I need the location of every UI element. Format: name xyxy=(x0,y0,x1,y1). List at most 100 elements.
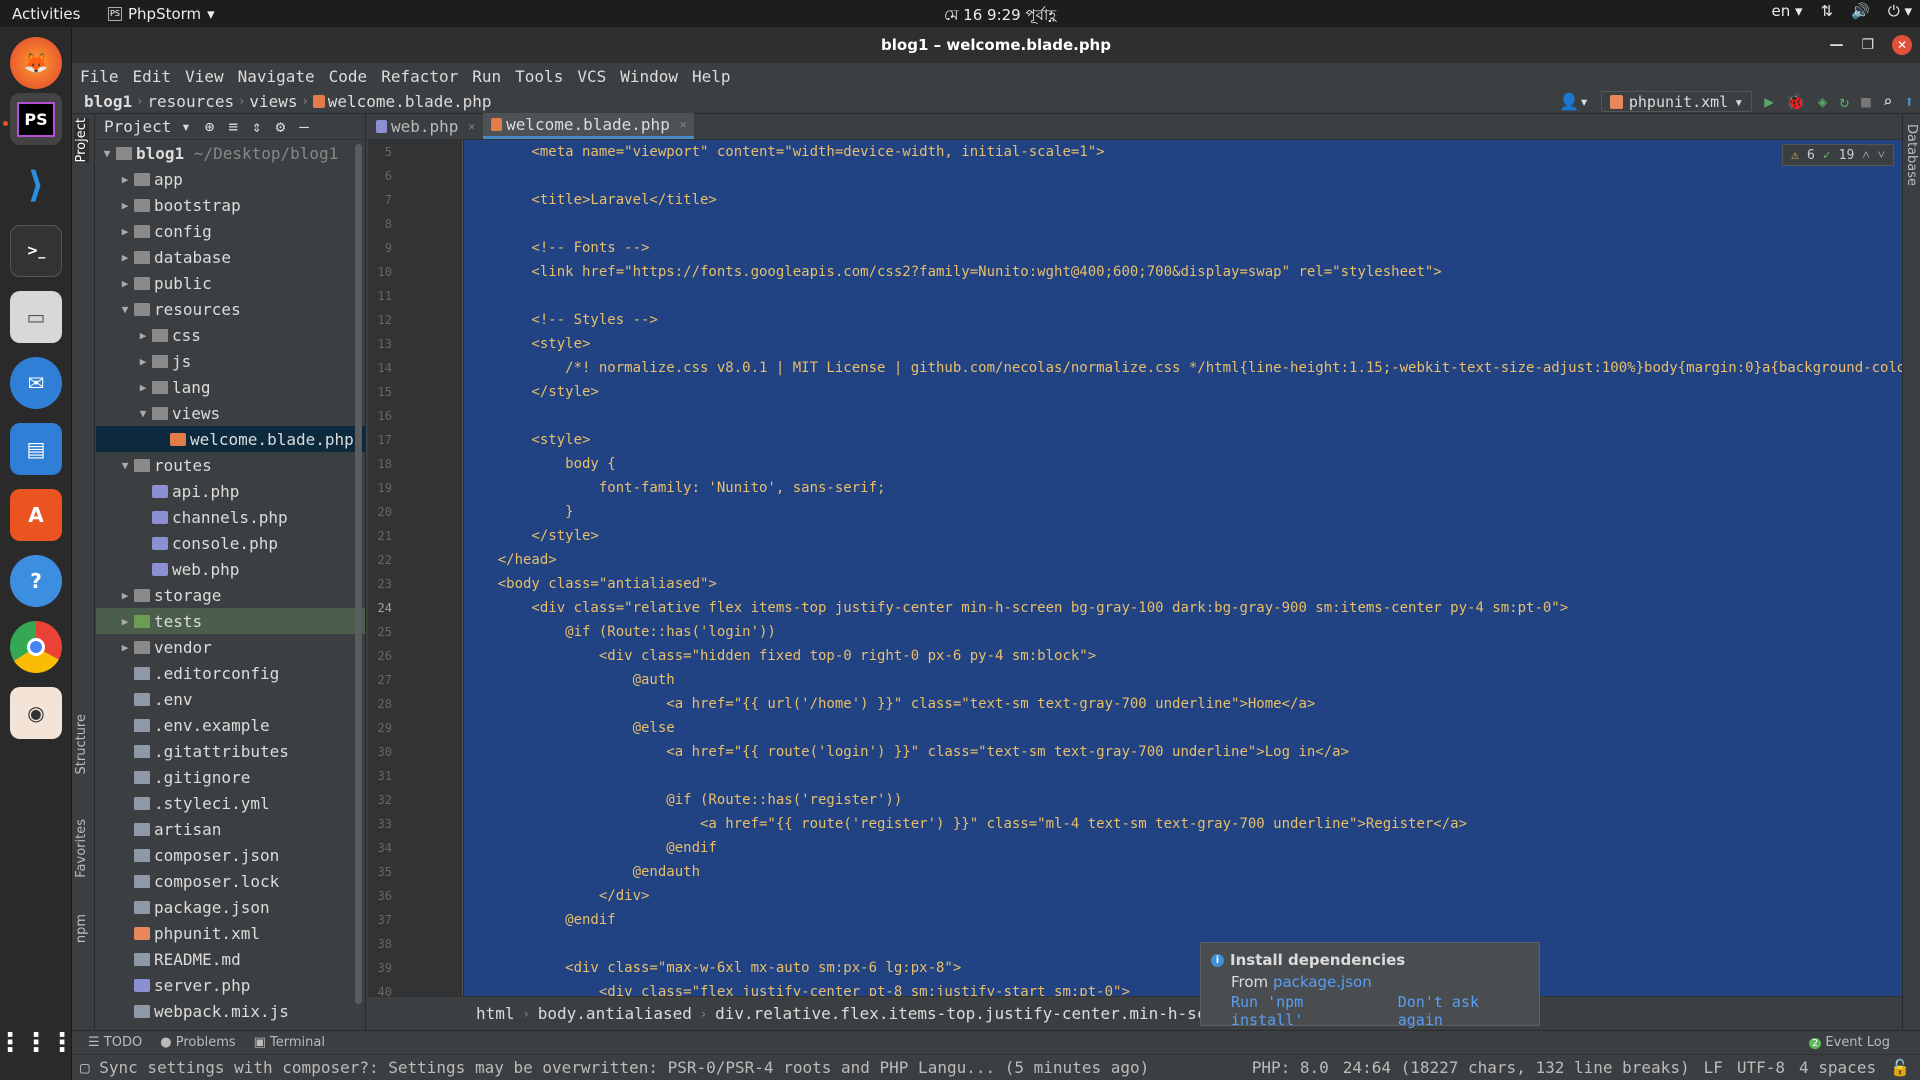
line-number[interactable]: 35 xyxy=(368,860,462,884)
line-number[interactable]: 37 xyxy=(368,908,462,932)
chevron-down-icon[interactable]: ˅ xyxy=(1878,147,1885,163)
gear-icon[interactable]: ⚙ xyxy=(276,117,286,136)
line-number[interactable]: 39 xyxy=(368,956,462,980)
tree-item[interactable]: ▶ storage xyxy=(96,582,365,608)
tree-item[interactable]: .env.example xyxy=(96,712,365,738)
collapse-all-icon[interactable]: ⇕ xyxy=(252,117,262,136)
run-npm-install-link[interactable]: Run 'npm install' xyxy=(1231,993,1380,1029)
event-log-button[interactable]: 2 Event Log xyxy=(1808,1035,1890,1050)
chevron-right-icon[interactable]: ▶ xyxy=(118,641,132,654)
menu-view[interactable]: View xyxy=(183,67,226,86)
tree-item[interactable]: channels.php xyxy=(96,504,365,530)
code-line[interactable]: <meta name="viewport" content="width=dev… xyxy=(464,140,1902,164)
run-configuration-select[interactable]: phpunit.xml ▾ xyxy=(1600,91,1753,112)
terminal-button[interactable]: ▣ Terminal xyxy=(254,1035,325,1050)
line-number[interactable]: 12 xyxy=(368,308,462,332)
line-number[interactable]: 34 xyxy=(368,836,462,860)
line-number[interactable]: 21 xyxy=(368,524,462,548)
chevron-right-icon[interactable]: ▶ xyxy=(118,199,132,212)
debug-icon[interactable]: 🐞 xyxy=(1786,92,1806,111)
line-number[interactable]: 33 xyxy=(368,812,462,836)
nav-crumb-project[interactable]: blog1 xyxy=(84,92,132,111)
code-line[interactable] xyxy=(464,164,1902,188)
code-line[interactable]: <div class="relative flex items-top just… xyxy=(464,596,1902,620)
code-line[interactable] xyxy=(464,932,1902,956)
tree-root[interactable]: ▼ blog1 ~/Desktop/blog1 xyxy=(96,140,365,166)
line-number[interactable]: 26 xyxy=(368,644,462,668)
tab-web-php[interactable]: web.php ✕ xyxy=(368,113,483,139)
menu-edit[interactable]: Edit xyxy=(131,67,174,86)
tree-item[interactable]: ▶ database xyxy=(96,244,365,270)
phpstorm-icon[interactable]: PS xyxy=(10,93,62,145)
line-number[interactable]: 23 xyxy=(368,572,462,596)
php-level[interactable]: PHP: 8.0 xyxy=(1252,1058,1329,1077)
chevron-right-icon[interactable]: ▶ xyxy=(136,329,150,342)
code-line[interactable] xyxy=(464,404,1902,428)
tree-item[interactable]: .gitattributes xyxy=(96,738,365,764)
user-icon[interactable]: 👤▾ xyxy=(1559,92,1589,111)
line-number[interactable]: 17 xyxy=(368,428,462,452)
line-number[interactable]: 31 xyxy=(368,764,462,788)
power-icon[interactable]: ⏻ ▾ xyxy=(1888,2,1912,20)
chevron-right-icon[interactable]: ▶ xyxy=(118,277,132,290)
caret-position[interactable]: 24:64 (18227 chars, 132 line breaks) xyxy=(1343,1058,1690,1077)
code-line[interactable]: body { xyxy=(464,452,1902,476)
file-encoding[interactable]: UTF-8 xyxy=(1737,1058,1785,1077)
profile-icon[interactable]: ↻ xyxy=(1839,92,1849,111)
tree-item[interactable]: README.md xyxy=(96,946,365,972)
nav-crumb-file[interactable]: welcome.blade.php xyxy=(328,92,492,111)
software-center-icon[interactable]: A xyxy=(10,489,62,541)
line-number[interactable]: 8 xyxy=(368,212,462,236)
nav-crumb-resources[interactable]: resources xyxy=(147,92,234,111)
project-view-select[interactable]: Project ▾ xyxy=(104,117,191,136)
tree-item[interactable]: ▶ vendor xyxy=(96,634,365,660)
code-line[interactable]: <body class="antialiased"> xyxy=(464,572,1902,596)
line-number[interactable]: 30 xyxy=(368,740,462,764)
tree-item[interactable]: server.php xyxy=(96,972,365,998)
close-icon[interactable]: ✕ xyxy=(468,120,475,133)
project-scrollbar[interactable] xyxy=(355,144,362,1004)
locate-icon[interactable]: ⊕ xyxy=(205,117,215,136)
line-number[interactable]: 9 xyxy=(368,236,462,260)
code-line[interactable] xyxy=(464,764,1902,788)
tree-item[interactable]: ▶ lang xyxy=(96,374,365,400)
line-number[interactable]: 19 xyxy=(368,476,462,500)
code-line[interactable]: <style> xyxy=(464,332,1902,356)
tab-npm-toolwindow[interactable]: npm xyxy=(74,914,89,943)
chevron-right-icon[interactable]: ▶ xyxy=(136,381,150,394)
code-line[interactable]: <title>Laravel</title> xyxy=(464,188,1902,212)
expand-all-icon[interactable]: ≡ xyxy=(228,117,238,136)
chevron-right-icon[interactable]: ▶ xyxy=(118,225,132,238)
maximize-icon[interactable]: ❐ xyxy=(1861,37,1874,53)
code-line[interactable]: @if (Route::has('register')) xyxy=(464,788,1902,812)
tree-item[interactable]: phpunit.xml xyxy=(96,920,365,946)
line-number[interactable]: 24 xyxy=(368,596,462,620)
line-number[interactable]: 27 xyxy=(368,668,462,692)
line-number[interactable]: 38 xyxy=(368,932,462,956)
problems-button[interactable]: ● Problems xyxy=(160,1035,235,1050)
menu-file[interactable]: File xyxy=(78,67,121,86)
volume-icon[interactable]: 🔊 xyxy=(1851,2,1870,20)
indent-setting[interactable]: 4 spaces xyxy=(1799,1058,1876,1077)
code-line[interactable]: </style> xyxy=(464,524,1902,548)
tree-item[interactable]: ▶ app xyxy=(96,166,365,192)
tree-item[interactable]: ▼ routes xyxy=(96,452,365,478)
app-menu[interactable]: PS PhpStorm ▾ xyxy=(108,5,215,23)
line-number[interactable]: 6 xyxy=(368,164,462,188)
line-number[interactable]: 36 xyxy=(368,884,462,908)
tree-item[interactable]: .styleci.yml xyxy=(96,790,365,816)
tree-item[interactable]: api.php xyxy=(96,478,365,504)
code-line[interactable]: <div class="max-w-6xl mx-auto sm:px-6 lg… xyxy=(464,956,1902,980)
line-number-gutter[interactable]: 5 6 7 8 9 10 11 12 13 14 15 16 17 18 19 20 21 22 23 24 25 26 2… xyxy=(368,140,463,996)
code-line[interactable]: <a href="{{ route('login') }}" class="te… xyxy=(464,740,1902,764)
menu-navigate[interactable]: Navigate xyxy=(236,67,317,86)
tree-item[interactable]: artisan xyxy=(96,816,365,842)
tree-item[interactable]: ▶ bootstrap xyxy=(96,192,365,218)
menu-help[interactable]: Help xyxy=(690,67,733,86)
code-line[interactable]: <!-- Fonts --> xyxy=(464,236,1902,260)
code-area[interactable]: 5 6 7 8 9 10 11 12 13 14 15 16 17 18 19 20 21 22 23 24 25 26 2… xyxy=(368,140,1902,996)
code-line[interactable]: <a href="{{ url('/home') }}" class="text… xyxy=(464,692,1902,716)
code-line[interactable]: @endif xyxy=(464,908,1902,932)
tab-structure-toolwindow[interactable]: Structure xyxy=(74,714,89,774)
terminal-icon[interactable]: >_ xyxy=(10,225,62,277)
